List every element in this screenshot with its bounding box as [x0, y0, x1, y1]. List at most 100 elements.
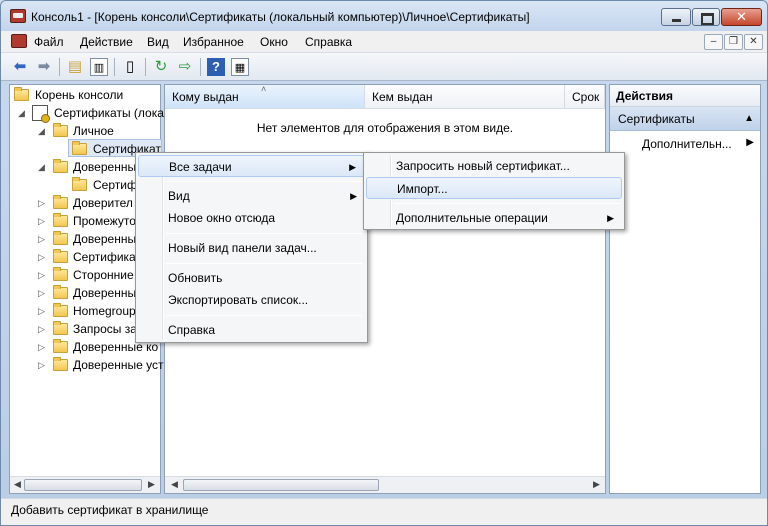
up-folder-icon[interactable]: ▤ — [66, 58, 84, 76]
expand-arrow-icon[interactable]: ▷ — [38, 248, 45, 266]
scroll-left-arrow-icon[interactable]: ◀ — [14, 479, 21, 490]
toolbar — [1, 53, 767, 81]
folder-icon — [53, 123, 68, 137]
close-button[interactable] — [721, 8, 762, 26]
column-header-issued-to[interactable]: Кому выдан ˄ — [165, 85, 365, 109]
tree-node-label: Запросы за — [73, 322, 137, 336]
submenu-item-request-new-certificate[interactable]: Запросить новый сертификат... — [366, 155, 622, 177]
menu-view[interactable]: Вид — [147, 35, 169, 49]
folder-icon — [14, 87, 29, 101]
scroll-left-arrow-icon[interactable]: ◀ — [171, 479, 178, 490]
sort-ascending-icon: ˄ — [261, 85, 267, 94]
tree-node-label: Доверител — [73, 196, 133, 210]
mdi-minimize-icon[interactable]: – — [704, 34, 723, 50]
actions-pane: Действия Сертификаты ▲ Дополнительн... ▶ — [609, 84, 761, 494]
folder-icon — [53, 357, 68, 371]
column-header-expiry[interactable]: Срок — [565, 85, 605, 109]
folder-icon — [72, 177, 87, 191]
tree-node-label: Доверенные уст — [73, 358, 164, 372]
column-label: Кем выдан — [372, 90, 433, 104]
tree-node-label: Корень консоли — [35, 88, 124, 102]
tree-node-label: Доверенны — [73, 286, 137, 300]
tree-horizontal-scrollbar[interactable]: ◀ ▶ — [10, 476, 160, 493]
expand-arrow-icon[interactable]: ▷ — [38, 212, 45, 230]
submenu-item-label: Дополнительные операции — [396, 211, 548, 225]
scroll-right-arrow-icon[interactable]: ▶ — [148, 479, 155, 490]
export-icon[interactable]: ⇨ — [176, 58, 194, 76]
help-icon[interactable]: ? — [207, 58, 225, 76]
tree-node-label: Сертифика — [73, 250, 136, 264]
collapse-arrow-icon[interactable]: ◢ — [38, 158, 45, 176]
menu-window[interactable]: Окно — [260, 35, 288, 49]
column-label: Кому выдан — [172, 90, 239, 104]
toolbar-separator — [145, 58, 146, 76]
context-item-new-window[interactable]: Новое окно отсюда — [138, 207, 365, 229]
context-item-label: Вид — [168, 189, 190, 203]
menu-favorites[interactable]: Избранное — [183, 35, 244, 49]
submenu-arrow-icon: ▶ — [607, 213, 614, 223]
back-arrow-icon[interactable]: ⬅ — [11, 58, 29, 76]
context-item-all-tasks[interactable]: Все задачи ▶ — [138, 155, 365, 177]
collapse-arrow-icon[interactable]: ◢ — [18, 104, 25, 122]
console-menu-icon[interactable] — [11, 34, 27, 48]
mdi-close-icon[interactable]: ✕ — [744, 34, 763, 50]
expand-arrow-icon[interactable]: ▷ — [38, 338, 45, 356]
submenu-arrow-icon: ▶ — [349, 162, 356, 172]
actions-pane-title: Действия — [610, 85, 760, 107]
context-item-new-taskpad[interactable]: Новый вид панели задач... — [138, 237, 365, 259]
results-horizontal-scrollbar[interactable]: ◀ ▶ — [165, 476, 605, 493]
expand-arrow-icon[interactable]: ▷ — [38, 230, 45, 248]
window-title: Консоль1 - [Корень консоли\Сертификаты (… — [31, 10, 530, 24]
menu-separator — [166, 233, 362, 234]
mdi-restore-icon[interactable]: ❐ — [724, 34, 743, 50]
context-menu: Все задачи ▶ Вид ▶ Новое окно отсюда Нов… — [135, 152, 368, 343]
menu-file[interactable]: Файл — [34, 35, 64, 49]
console-app-icon[interactable] — [10, 9, 26, 23]
tree-node-label: Доверенны — [73, 160, 137, 174]
tree-node-label: Промежуто — [73, 214, 136, 228]
collapse-up-arrow-icon[interactable]: ▲ — [744, 107, 754, 131]
expand-arrow-icon[interactable]: ▷ — [38, 194, 45, 212]
expand-arrow-icon[interactable]: ▷ — [38, 320, 45, 338]
show-hide-action-pane-icon[interactable]: ▦ — [231, 58, 249, 76]
folder-icon — [53, 231, 68, 245]
expand-arrow-icon[interactable]: ▷ — [38, 284, 45, 302]
show-hide-tree-icon[interactable]: ▥ — [90, 58, 108, 76]
minimize-button[interactable] — [661, 8, 691, 26]
collapse-arrow-icon[interactable]: ◢ — [38, 122, 45, 140]
maximize-button[interactable] — [692, 8, 720, 26]
submenu-item-import[interactable]: Импорт... — [366, 177, 622, 199]
menu-separator — [166, 315, 362, 316]
context-item-label: Новое окно отсюда — [168, 211, 276, 225]
menu-help[interactable]: Справка — [305, 35, 352, 49]
column-header-issued-by[interactable]: Кем выдан — [365, 85, 565, 109]
tree-node-label: Личное — [73, 124, 114, 138]
context-item-label: Все задачи — [169, 160, 232, 174]
expand-arrow-icon[interactable]: ▷ — [38, 302, 45, 320]
actions-section-certificates[interactable]: Сертификаты ▲ — [610, 107, 760, 131]
refresh-icon[interactable]: ↻ — [152, 58, 170, 76]
folder-icon — [53, 285, 68, 299]
forward-arrow-icon[interactable]: ➡ — [35, 58, 53, 76]
context-item-export-list[interactable]: Экспортировать список... — [138, 289, 365, 311]
mmc-window: Консоль1 - [Корень консоли\Сертификаты (… — [0, 0, 768, 526]
scroll-thumb[interactable] — [24, 479, 142, 491]
folder-icon — [53, 303, 68, 317]
submenu-item-advanced-operations[interactable]: Дополнительные операции ▶ — [366, 207, 622, 229]
expand-arrow-icon[interactable]: ▷ — [38, 356, 45, 374]
menu-action[interactable]: Действие — [80, 35, 133, 49]
toolbar-separator — [59, 58, 60, 76]
properties-icon[interactable]: ▯ — [121, 58, 139, 76]
certificate-store-icon — [32, 105, 50, 123]
tree-node-label: Сертиф — [93, 178, 137, 192]
context-item-help[interactable]: Справка — [138, 319, 365, 341]
expand-arrow-icon[interactable]: ▷ — [38, 266, 45, 284]
scroll-right-arrow-icon[interactable]: ▶ — [593, 479, 600, 490]
actions-more-link[interactable]: Дополнительн... — [642, 137, 732, 151]
context-item-label: Экспортировать список... — [168, 293, 309, 307]
scroll-thumb[interactable] — [183, 479, 379, 491]
folder-icon — [53, 321, 68, 335]
context-item-refresh[interactable]: Обновить — [138, 267, 365, 289]
context-item-view[interactable]: Вид ▶ — [138, 185, 365, 207]
folder-open-icon — [72, 141, 87, 155]
